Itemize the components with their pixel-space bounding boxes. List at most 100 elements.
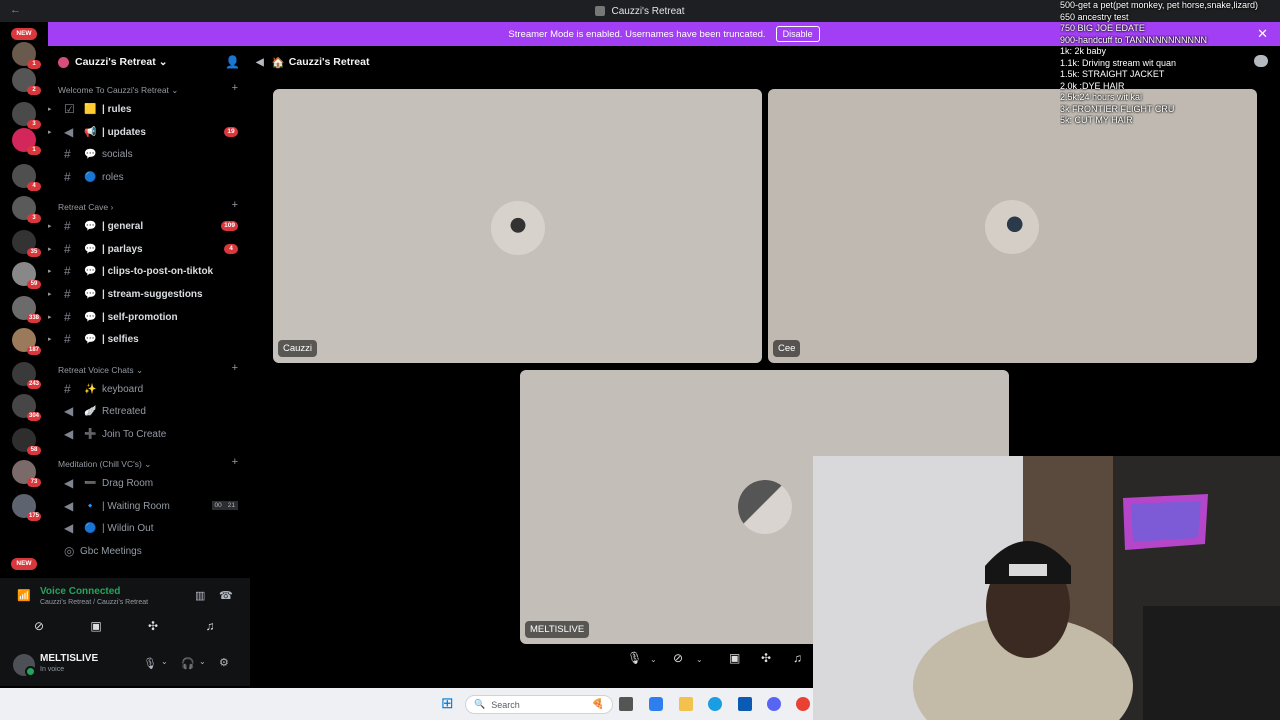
channel-retreated[interactable]: ◀ 🪽 Retreated (48, 401, 250, 421)
avatar (491, 201, 545, 255)
server-icon[interactable]: 59 (12, 262, 41, 289)
video-tile[interactable]: Cee (768, 89, 1257, 363)
camera-off-button[interactable]: ⊘ (19, 616, 59, 636)
new-pill[interactable]: NEW (11, 28, 37, 40)
channel-drag-room[interactable]: ◀ ➖ Drag Room (48, 473, 250, 493)
channel-gbc-meetings[interactable]: ◎ Gbc Meetings (48, 541, 250, 561)
server-icon[interactable]: 1 (12, 128, 41, 155)
speaker-icon: ◀ (64, 427, 74, 441)
participant-name: Cee (773, 340, 801, 357)
server-icon[interactable]: 175 (12, 494, 41, 521)
task-view-icon[interactable] (619, 697, 633, 711)
channel-self-promotion[interactable]: ▸ # 💬 | self-promotion (48, 307, 250, 327)
microphone-icon[interactable]: 🎙 (143, 657, 157, 670)
channel-join-to-create[interactable]: ◀ ➕ Join To Create (48, 424, 250, 444)
channel-label: | general (102, 220, 144, 232)
chevron-right-icon: › (110, 202, 114, 212)
channel-socials[interactable]: # 💬 socials (48, 144, 250, 164)
channel-sidebar: Cauzzi's Retreat ⌄ 👤 Welcome To Cauzzi's… (48, 46, 250, 578)
gear-icon[interactable]: ⚙ (219, 656, 229, 669)
chevron-down-icon[interactable]: ⌄ (696, 655, 703, 664)
chevron-down-icon: ⌄ (171, 85, 179, 95)
channel-roles[interactable]: # 🔵 roles (48, 167, 250, 187)
windows-start-icon[interactable]: ⊞ (441, 694, 455, 712)
stage-header: ◀ 🏠 Cauzzi's Retreat (256, 52, 369, 72)
screen-share-button[interactable]: ▣ (76, 616, 116, 636)
add-channel-icon[interactable]: + (232, 362, 238, 374)
goal-item: 500-get a pet(pet monkey, pet horse,snak… (1060, 0, 1258, 10)
server-icon[interactable]: 58 (12, 428, 41, 455)
chevron-down-icon[interactable]: ⌄ (650, 655, 657, 664)
channel-parlays[interactable]: ▸ # 💬 | parlays 4 (48, 239, 250, 259)
voice-location[interactable]: Cauzzi's Retreat / Cauzzi's Retreat (40, 599, 148, 606)
category-cave[interactable]: Retreat Cave › (58, 202, 113, 212)
store-icon[interactable] (738, 697, 752, 711)
server-icon[interactable]: 3 (12, 102, 41, 129)
server-icon[interactable]: 338 (12, 296, 41, 323)
server-header[interactable]: Cauzzi's Retreat ⌄ 👤 (48, 50, 250, 74)
disable-button[interactable]: Disable (775, 26, 820, 42)
server-icon[interactable]: 35 (12, 230, 41, 257)
file-explorer-icon[interactable] (679, 697, 693, 711)
avatar[interactable] (13, 654, 36, 677)
soundboard-icon[interactable]: ♫ (793, 651, 802, 665)
server-icon[interactable]: 4 (12, 164, 41, 191)
headphones-icon[interactable]: 🎧 (181, 657, 195, 670)
server-icon[interactable]: 3 (12, 196, 41, 223)
soundboard-button[interactable]: ♫ (190, 616, 230, 636)
add-channel-icon[interactable]: + (232, 199, 238, 211)
screen-share-icon[interactable]: ▣ (729, 651, 740, 665)
add-channel-icon[interactable]: + (232, 456, 238, 468)
add-member-icon[interactable]: 👤 (225, 55, 240, 69)
channel-stream-suggestions[interactable]: ▸ # 💬 | stream-suggestions (48, 284, 250, 304)
server-icon[interactable]: 243 (12, 362, 41, 389)
channel-clips[interactable]: ▸ # 💬 | clips-to-post-on-tiktok (48, 261, 250, 281)
caret-icon: ▸ (48, 291, 52, 298)
copilot-icon[interactable] (649, 697, 663, 711)
video-tile[interactable]: Cauzzi (273, 89, 762, 363)
caret-icon: ▸ (48, 246, 52, 253)
chevron-down-icon[interactable]: ⌄ (199, 657, 206, 666)
voice-status[interactable]: Voice Connected (40, 586, 120, 597)
channel-label: roles (102, 171, 124, 183)
edge-icon[interactable] (708, 697, 722, 711)
discord-icon[interactable] (767, 697, 781, 711)
camera-off-icon[interactable]: ⊘ (673, 651, 683, 665)
signal-icon[interactable]: 📶 (17, 589, 31, 602)
server-icon[interactable]: 304 (12, 394, 41, 421)
disconnect-icon[interactable]: ☎ (219, 589, 233, 602)
channel-keyboard[interactable]: # ✨ keyboard (48, 379, 250, 399)
pizza-icon: 🍕 (591, 699, 604, 710)
chrome-icon[interactable] (796, 697, 810, 711)
activities-button[interactable]: ✣ (133, 616, 173, 636)
back-arrow-icon[interactable]: ← (10, 4, 21, 16)
microphone-icon[interactable]: 🎙 (627, 651, 642, 665)
add-channel-icon[interactable]: + (232, 82, 238, 94)
rules-icon: ☑ (64, 102, 75, 116)
category-voice[interactable]: Retreat Voice Chats ⌄ (58, 365, 143, 376)
channel-waiting-room[interactable]: ◀ 🔹 | Waiting Room 00 21 (48, 496, 250, 516)
voice-panel: 📶 Voice Connected Cauzzi's Retreat / Cau… (0, 578, 250, 686)
noise-suppression-icon[interactable]: ▥ (195, 589, 205, 602)
category-welcome[interactable]: Welcome To Cauzzi's Retreat ⌄ (58, 85, 178, 96)
chevron-down-icon[interactable]: ⌄ (161, 657, 168, 666)
unread-badge: 19 (224, 127, 238, 137)
channel-general[interactable]: ▸ # 💬 | general 109 (48, 216, 250, 236)
activities-icon[interactable]: ✣ (761, 651, 771, 665)
channel-rules[interactable]: ▸ ☑ 🟨 | rules (48, 99, 250, 119)
username[interactable]: MELTISLIVE (40, 653, 98, 664)
channel-label: keyboard (102, 383, 144, 395)
server-icon[interactable]: 2 (12, 68, 41, 95)
channel-updates[interactable]: ▸ ◀ 📢 | updates 19 (48, 122, 250, 142)
server-icon[interactable]: 187 (12, 328, 41, 355)
hash-icon: # (64, 332, 71, 346)
server-icon[interactable]: 73 (12, 460, 41, 487)
taskbar-search[interactable]: 🔍 Search 🍕 (465, 695, 613, 714)
server-icon[interactable]: 1 (12, 42, 41, 69)
category-meditation[interactable]: Meditation (Chill VC's) ⌄ (58, 459, 151, 470)
channel-selfies[interactable]: ▸ # 💬 | selfies (48, 329, 250, 349)
participant-name: MELTISLIVE (525, 621, 590, 638)
new-pill[interactable]: NEW (11, 558, 37, 570)
goal-item: 2.0k :DYE HAIR (1060, 80, 1125, 91)
channel-wildin-out[interactable]: ◀ 🔵 | Wildin Out (48, 518, 250, 538)
